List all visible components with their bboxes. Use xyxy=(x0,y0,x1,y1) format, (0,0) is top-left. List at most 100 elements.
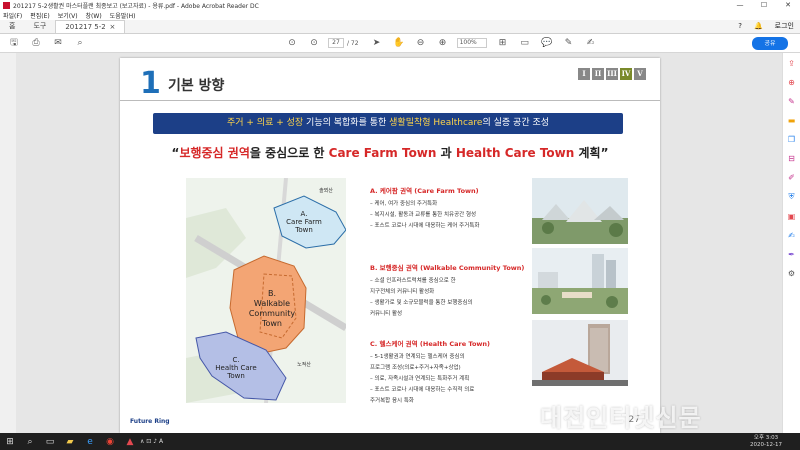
file-explorer-icon[interactable]: ▰ xyxy=(60,437,80,447)
page-number-input[interactable]: 27 xyxy=(328,38,344,48)
section-b: B. 보행중심 권역 (Walkable Community Town) – 소… xyxy=(370,262,530,318)
section-b-item: 커뮤니티 활성 xyxy=(370,311,403,317)
send-icon[interactable]: ✒ xyxy=(788,250,795,259)
quote-p1: 보행중심 권역 xyxy=(179,146,250,160)
edge-icon[interactable]: e xyxy=(80,437,100,447)
section-a-item: – 포스트 코로나 시대에 대응하는 케어 주거특화 xyxy=(370,223,480,229)
tab-close-icon[interactable]: × xyxy=(109,21,115,33)
section-b-item: – 소셜 인프라스트럭쳐를 중심으로 한 xyxy=(370,278,456,284)
quote-p5: Health Care Town xyxy=(455,146,575,160)
toolbar: 🖫 ⎙ ✉ ⌕ ⊙ ⊙ 27 / 72 ➤ ✋ ⊖ ⊕ 100% ⊞ ▭ 💬 ✎… xyxy=(0,34,800,53)
share-button[interactable]: 공유 xyxy=(752,37,788,50)
protect-icon[interactable]: ⛨ xyxy=(789,192,795,202)
footer-logo: Future Ring xyxy=(130,418,170,425)
divider xyxy=(120,100,660,101)
window-title: 201217 5-2생활권 마스터플랜 최종보고 (보고자료) - 용류.pdf… xyxy=(13,2,259,10)
maximize-button[interactable]: ☐ xyxy=(752,1,776,9)
chrome-icon[interactable]: ◉ xyxy=(100,437,120,447)
search-taskbar-icon[interactable]: ⌕ xyxy=(20,437,40,447)
bell-icon[interactable]: 🔔 xyxy=(754,22,763,30)
banner-part-d: 의 실증 공간 조성 xyxy=(482,118,550,128)
save-icon[interactable]: 🖫 xyxy=(6,36,22,50)
section-b-item: – 생활가로 및 소규모블럭을 통한 보행중심의 xyxy=(370,300,473,306)
section-c-item: 주거복합 융시 특화 xyxy=(370,398,414,404)
help-icon[interactable]: ? xyxy=(738,22,742,30)
clock[interactable]: 오후 3:03 2020-12-17 xyxy=(750,435,782,449)
redact-icon[interactable]: ✐ xyxy=(788,173,795,182)
windows-start-icon[interactable]: ⊞ xyxy=(0,437,20,447)
acrobat-taskbar-icon[interactable]: ▲ xyxy=(120,437,140,447)
left-navigation-pane[interactable] xyxy=(0,53,16,433)
slide-banner: 주거 + 의료 + 성장 기능의 복합화를 통한 생활밀착형 Healthcar… xyxy=(153,113,623,134)
minimize-button[interactable]: — xyxy=(728,1,752,9)
menu-help[interactable]: 도움말(H) xyxy=(110,11,136,20)
site-map: A. Care Farm Town B. Walkable Community … xyxy=(186,177,348,404)
pdf-page: 1 기본 방향 I II III IV V 주거 + 의료 + 성장 기능의 복… xyxy=(120,58,660,433)
slide-number: 1 xyxy=(140,66,161,101)
page-up-icon[interactable]: ⊙ xyxy=(284,36,300,50)
zone-c-line1: Health Care xyxy=(215,364,256,372)
export-pdf-icon[interactable]: ⇪ xyxy=(788,59,795,68)
chapter-3: III xyxy=(606,68,618,80)
slide-quote: “보행중심 권역을 중심으로 한 Care Farm Town 과 Health… xyxy=(120,144,660,161)
print-icon[interactable]: ⎙ xyxy=(28,36,44,50)
select-cursor-icon[interactable]: ➤ xyxy=(369,36,385,50)
chapter-index: I II III IV V xyxy=(576,68,646,80)
combine-files-icon[interactable]: ❐ xyxy=(788,135,795,144)
zone-a-title: A. xyxy=(301,210,308,218)
zoom-out-icon[interactable]: ⊖ xyxy=(413,36,429,50)
right-tools-pane: ⇪ ⊕ ✎ ▬ ❐ ⊟ ✐ ⛨ ▣ ✍ ✒ ⚙ xyxy=(782,53,800,433)
map-label-north: 솔뫼산 xyxy=(319,187,333,194)
menu-window[interactable]: 창(W) xyxy=(86,11,102,20)
tab-document[interactable]: 201217 5-2생활권 ... × xyxy=(55,20,126,44)
mail-icon[interactable]: ✉ xyxy=(50,36,66,50)
section-c-item: – 포스트 코로나 시대에 대응하는 수직적 의료 xyxy=(370,387,475,393)
comment-tool-icon[interactable]: ▬ xyxy=(788,116,796,125)
search-icon[interactable]: ⌕ xyxy=(72,36,88,50)
document-area: 1 기본 방향 I II III IV V 주거 + 의료 + 성장 기능의 복… xyxy=(16,53,782,433)
zoom-select[interactable]: 100% xyxy=(456,38,487,48)
login-button[interactable]: 로그인 xyxy=(775,21,794,31)
map-label-south: 노적산 xyxy=(297,361,311,368)
sign-icon[interactable]: ✍ xyxy=(583,36,599,50)
section-c-item: – 의료, 자족시설과 연계되는 특화주거 계획 xyxy=(370,376,470,382)
zone-b-line3: Town xyxy=(261,319,282,328)
section-b-title: B. 보행중심 권역 (Walkable Community Town) xyxy=(370,264,525,272)
compress-icon[interactable]: ▣ xyxy=(788,212,796,221)
fill-sign-icon[interactable]: ✍ xyxy=(788,231,795,240)
zone-c-title: C. xyxy=(232,356,239,364)
pen-icon[interactable]: ✎ xyxy=(561,36,577,50)
quote-p2: 을 중심으로 한 xyxy=(249,146,329,160)
page-down-icon[interactable]: ⊙ xyxy=(306,36,322,50)
menu-file[interactable]: 파일(F) xyxy=(3,11,22,20)
menu-view[interactable]: 보기(V) xyxy=(58,11,78,20)
health-care-image xyxy=(532,320,628,386)
task-view-icon[interactable]: ▭ xyxy=(40,437,60,447)
close-button[interactable]: ✕ xyxy=(776,1,800,9)
section-a-item: – 케어, 여가 중심의 주거특화 xyxy=(370,201,438,207)
section-a: A. 케어팜 권역 (Care Farm Town) – 케어, 여가 중심의 … xyxy=(370,185,530,230)
edit-pdf-icon[interactable]: ✎ xyxy=(788,97,795,106)
share-button-label: 공유 xyxy=(764,40,776,47)
zone-a-line2: Town xyxy=(294,226,313,234)
section-a-title: A. 케어팜 권역 (Care Farm Town) xyxy=(370,187,479,195)
zone-descriptions: A. 케어팜 권역 (Care Farm Town) – 케어, 여가 중심의 … xyxy=(370,185,530,416)
care-farm-rendering xyxy=(532,178,628,244)
system-tray[interactable]: ∧ ⊡ ♪ A xyxy=(140,438,163,445)
fit-page-icon[interactable]: ⊞ xyxy=(495,36,511,50)
comment-icon[interactable]: 💬 xyxy=(539,36,555,50)
tab-document-label: 201217 5-2생활권 ... xyxy=(65,23,106,44)
menu-edit[interactable]: 편집(E) xyxy=(30,11,50,20)
tab-tools[interactable]: 도구 xyxy=(24,20,55,33)
scroll-mode-icon[interactable]: ▭ xyxy=(517,36,533,50)
hand-tool-icon[interactable]: ✋ xyxy=(391,36,407,50)
create-pdf-icon[interactable]: ⊕ xyxy=(788,78,795,87)
zoom-in-icon[interactable]: ⊕ xyxy=(435,36,451,50)
site-map-svg: A. Care Farm Town B. Walkable Community … xyxy=(186,177,348,404)
chapter-1: I xyxy=(578,68,590,80)
more-tools-icon[interactable]: ⚙ xyxy=(788,269,795,278)
section-a-item: – 복지시설, 활동과 교류를 통한 치유공간 형성 xyxy=(370,212,477,218)
tab-home[interactable]: 홈 xyxy=(0,20,24,33)
organize-pages-icon[interactable]: ⊟ xyxy=(788,154,795,163)
menu-bar: 파일(F) 편집(E) 보기(V) 창(W) 도움말(H) xyxy=(0,10,800,20)
